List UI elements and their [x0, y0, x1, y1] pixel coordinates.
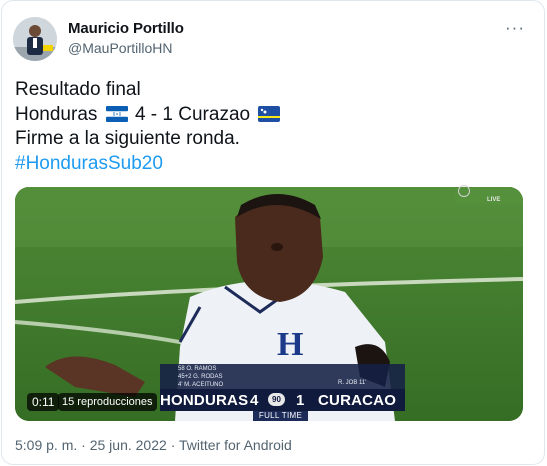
svg-text:H: H — [277, 326, 303, 363]
avatar-image — [13, 17, 57, 61]
away-scorer: R. JOB 11' — [338, 380, 367, 386]
home-scorer-2: 45+2 G. RODAS — [178, 374, 223, 380]
scoreboard: HONDURAS 4 90 1 CURACAO — [160, 389, 405, 411]
scoreboard-away: CURACAO — [318, 392, 397, 409]
scoreboard-home-score: 4 — [250, 392, 259, 409]
tweet-line-2: Honduras 4 - 1 Curazao — [15, 103, 530, 128]
home-team: Honduras — [15, 103, 98, 125]
tweet-line-3: Firme a la siguiente ronda. — [15, 128, 240, 149]
scoreboard-away-score: 1 — [296, 392, 305, 409]
meta-separator: · — [81, 437, 86, 453]
view-count: 15 reproducciones — [58, 393, 157, 411]
tweet-date[interactable]: 25 jun. 2022 — [90, 437, 167, 453]
curacao-flag-icon — [258, 105, 281, 122]
scoreboard-clock: 90 — [268, 393, 285, 406]
meta-separator: · — [170, 437, 176, 453]
full-time-label: FULL TIME — [253, 411, 308, 421]
video-time: 0:11 — [27, 393, 60, 411]
author-avatar[interactable] — [13, 17, 57, 61]
author-handle[interactable]: @MauPortilloHN — [68, 40, 172, 56]
home-scorers: 58 O. RAMOS 45+2 G. RODAS 4' M. ACEITUNO — [178, 365, 223, 389]
home-scorer-3: 4' M. ACEITUNO — [178, 382, 224, 388]
live-label: LIVE — [487, 197, 501, 203]
hashtag-link[interactable]: #HondurasSub20 — [15, 152, 530, 177]
tweet-source[interactable]: Twitter for Android — [179, 437, 292, 453]
honduras-flag-icon — [105, 105, 128, 122]
author-name[interactable]: Mauricio Portillo — [68, 20, 184, 37]
match-score: 4 - 1 — [134, 103, 173, 125]
scoreboard-home: HONDURAS — [160, 392, 249, 409]
home-scorer-1: 58 O. RAMOS — [178, 366, 217, 372]
tweet-text: Resultado final Honduras 4 - 1 Curazao F… — [15, 78, 530, 176]
tweet-line-1: Resultado final — [15, 79, 141, 100]
broadcaster-logo-icon — [458, 185, 470, 197]
tweet-meta: 5:09 p. m. · 25 jun. 2022 · Twitter for … — [15, 437, 292, 453]
tweet-time[interactable]: 5:09 p. m. — [15, 437, 77, 453]
away-team: Curazao — [178, 103, 251, 125]
more-dots-icon[interactable]: ··· — [505, 18, 525, 38]
goal-scorers-panel: 58 O. RAMOS 45+2 G. RODAS 4' M. ACEITUNO… — [160, 364, 405, 389]
